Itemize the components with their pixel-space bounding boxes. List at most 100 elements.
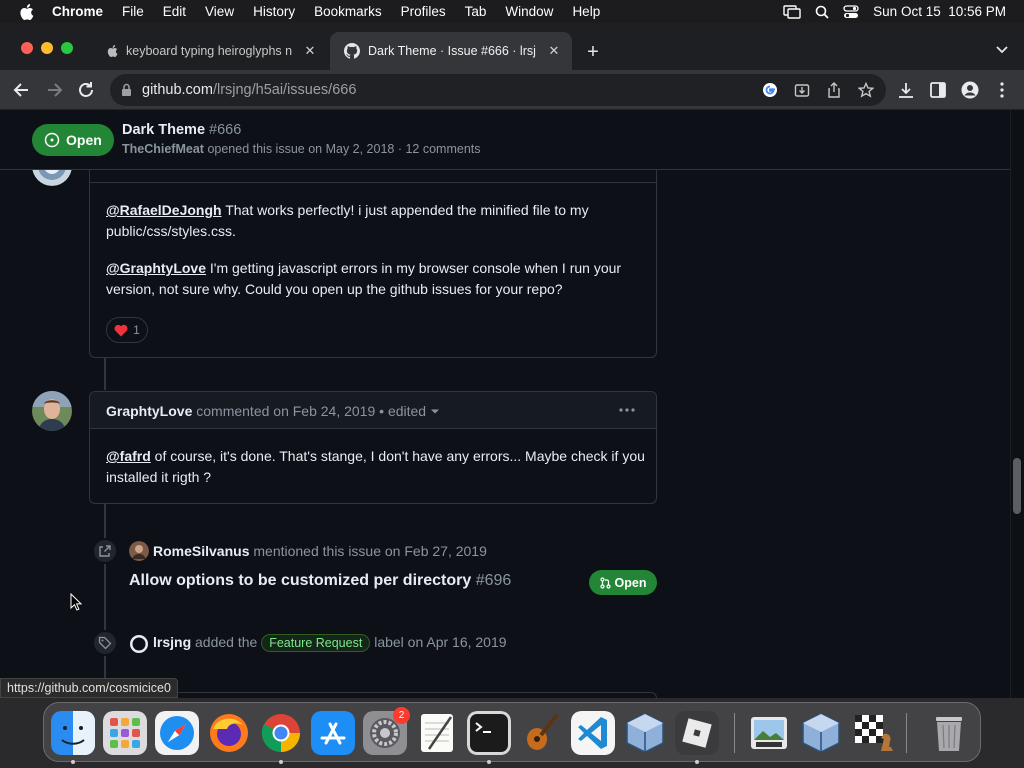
edited-dropdown[interactable]: • edited [379,403,426,419]
garageband-icon[interactable] [519,711,563,755]
more-menu-icon[interactable] [993,81,1011,99]
apple-logo-icon[interactable] [18,3,34,21]
mention-event-text: RomeSilvanus mentioned this issue on Feb… [153,543,487,559]
issue-state-badge: Open [32,124,114,156]
menu-profiles[interactable]: Profiles [401,4,446,19]
url-path: /lrsjng/h5ai/issues/666 [212,82,357,98]
ref-number: #696 [475,572,512,589]
google-lens-icon[interactable] [762,82,778,98]
comment-header-text: GraphtyLove commented on Feb 24, 2019 • … [106,403,440,419]
menu-edit[interactable]: Edit [163,4,186,19]
tab-title: keyboard typing heiroglyphs n [126,44,293,58]
virtualbox-icon[interactable] [623,711,667,755]
roblox-icon[interactable] [675,711,719,755]
heart-reaction-button[interactable]: 1 [106,317,148,343]
scrollbar-thumb[interactable] [1013,458,1021,514]
heart-icon [114,324,128,336]
issue-meta: TheChiefMeat opened this issue on May 2,… [122,142,481,156]
issue-meta-text: opened this issue on May 2, 2018 · 12 co… [207,142,481,156]
event-description: added the [195,634,258,650]
menu-tab[interactable]: Tab [465,4,487,19]
tab-search-chevron-icon[interactable] [994,41,1010,57]
launchpad-icon[interactable] [103,711,147,755]
page-scrollbar[interactable] [1010,110,1024,698]
tab-keyboard-typing[interactable]: keyboard typing heiroglyphs n ✕ [92,32,328,70]
menu-app-name[interactable]: Chrome [52,4,103,19]
address-bar[interactable]: github.com/lrsjng/h5ai/issues/666 [110,74,886,106]
screen-mirroring-icon[interactable] [783,4,801,19]
install-app-icon[interactable] [794,82,810,98]
kebab-menu-icon[interactable] [618,405,636,415]
share-icon[interactable] [826,82,842,98]
mouse-cursor-icon [70,593,82,611]
event-description: label on Apr 16, 2019 [374,634,507,650]
zoom-window-button[interactable] [61,42,73,54]
comment-paragraph: @fafrd of course, it's done. That's stan… [106,446,646,488]
apple-favicon-icon [107,45,118,57]
vscode-icon[interactable] [571,711,615,755]
back-arrow-icon[interactable] [12,80,32,100]
label-event-text: lrsjng added the Feature Request label o… [153,634,507,652]
terminal-icon[interactable] [467,711,511,755]
chess-icon[interactable] [851,711,895,755]
app-store-icon[interactable] [311,711,355,755]
safari-icon[interactable] [155,711,199,755]
caret-down-icon[interactable] [430,406,440,416]
running-indicator [71,760,75,764]
lrsjng-avatar[interactable] [129,634,149,654]
dock-area: 2 [0,698,1024,768]
downloads-icon[interactable] [897,81,915,99]
comment-author[interactable]: GraphtyLove [106,403,192,419]
new-tab-button[interactable]: + [582,41,604,63]
minimize-window-button[interactable] [41,42,53,54]
firefox-icon[interactable] [207,711,251,755]
feature-request-label[interactable]: Feature Request [261,634,371,652]
graphtylove-avatar[interactable] [32,391,72,431]
referenced-issue-link[interactable]: Allow options to be customized per direc… [129,572,511,590]
event-description: mentioned this issue on Feb 27, 2019 [253,543,487,559]
issue-number: #666 [209,122,242,138]
trash-icon[interactable] [927,711,971,755]
textedit-icon[interactable] [415,711,459,755]
control-center-icon[interactable] [843,4,859,19]
side-panel-icon[interactable] [929,81,947,99]
mention-link[interactable]: @fafrd [106,448,151,464]
clock-datetime[interactable]: Sun Oct 15 10:56 PM [873,4,1006,19]
reload-icon[interactable] [76,80,96,100]
preview-icon[interactable] [747,711,791,755]
ref-title-text: Allow options to be customized per direc… [129,572,472,589]
issue-title[interactable]: Dark Theme #666 [122,122,241,138]
bookmark-star-icon[interactable] [858,82,874,98]
forward-arrow-icon[interactable] [44,80,64,100]
close-tab-icon[interactable]: ✕ [546,43,562,59]
lock-icon[interactable] [121,83,132,97]
profile-avatar-icon[interactable] [961,81,979,99]
issue-author[interactable]: TheChiefMeat [122,142,204,156]
comment-date[interactable]: commented on Feb 24, 2019 [196,403,375,419]
menu-help[interactable]: Help [572,4,600,19]
issue-title-text: Dark Theme [122,122,206,138]
menu-view[interactable]: View [205,4,234,19]
comment-text: of course, it's done. That's stange, I d… [106,448,645,485]
menu-window[interactable]: Window [505,4,553,19]
notification-badge: 2 [393,707,410,724]
running-indicator [279,760,283,764]
menu-bookmarks[interactable]: Bookmarks [314,4,382,19]
close-window-button[interactable] [21,42,33,54]
tag-icon [92,630,118,656]
mention-link[interactable]: @GraphtyLove [106,260,206,276]
finder-icon[interactable] [51,711,95,755]
spotlight-search-icon[interactable] [815,5,829,19]
tab-dark-theme[interactable]: Dark Theme · Issue #666 · lrsj ✕ [330,32,572,70]
event-user[interactable]: RomeSilvanus [153,543,249,559]
romesilvanus-avatar[interactable] [129,541,149,561]
menu-file[interactable]: File [122,4,144,19]
mention-link[interactable]: @RafaelDeJongh [106,202,222,218]
virtual-machine-icon[interactable] [799,711,843,755]
menu-history[interactable]: History [253,4,295,19]
event-user[interactable]: lrsjng [153,634,191,650]
url-text: github.com/lrsjng/h5ai/issues/666 [142,82,356,98]
chrome-icon[interactable] [259,711,303,755]
close-tab-icon[interactable]: ✕ [302,43,318,59]
comment-card: @RafaelDeJongh That works perfectly! i j… [89,150,657,358]
